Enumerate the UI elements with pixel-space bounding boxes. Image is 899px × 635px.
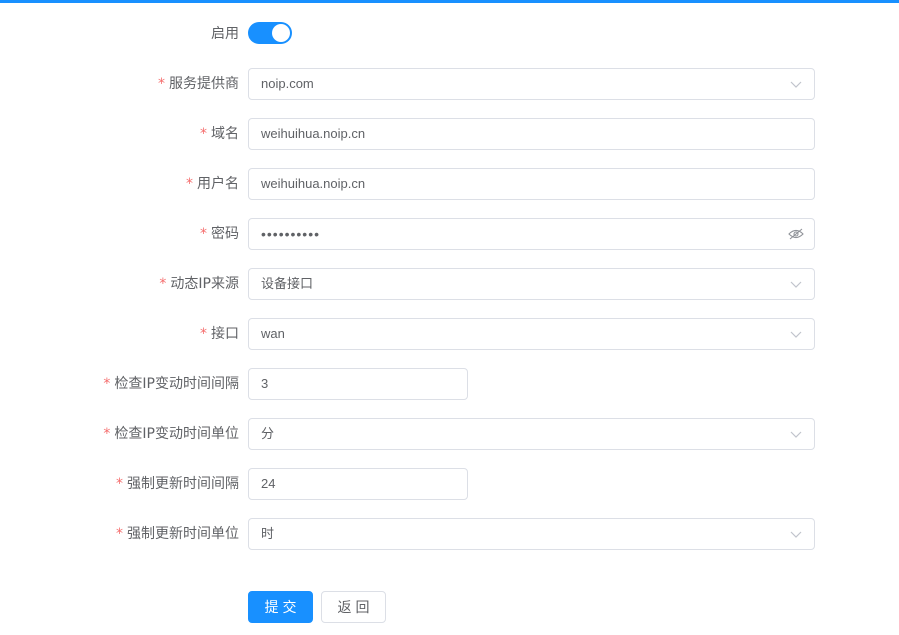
password-input[interactable]: •••••••••• bbox=[248, 218, 815, 250]
check-interval-value: 3 bbox=[261, 376, 269, 391]
domain-label: * 域名 bbox=[200, 118, 239, 150]
check-interval-label: * 检查IP变动时间间隔 bbox=[103, 368, 239, 400]
username-label: * 用户名 bbox=[186, 168, 239, 200]
required-mark: * bbox=[158, 76, 165, 92]
provider-row: * 服务提供商 noip.com bbox=[0, 68, 899, 100]
check-unit-value: 分 bbox=[261, 426, 275, 441]
force-unit-label: * 强制更新时间单位 bbox=[116, 518, 239, 550]
force-interval-label-text: 强制更新时间间隔 bbox=[127, 476, 239, 492]
chevron-down-icon bbox=[790, 269, 804, 299]
submit-button[interactable]: 提交 bbox=[248, 591, 313, 623]
force-unit-row: * 强制更新时间单位 时 bbox=[0, 518, 899, 550]
username-value: weihuihua.noip.cn bbox=[261, 176, 366, 191]
password-label: * 密码 bbox=[200, 218, 239, 250]
ip-source-label: * 动态IP来源 bbox=[159, 268, 239, 300]
back-button[interactable]: 返回 bbox=[321, 591, 386, 623]
chevron-down-icon bbox=[790, 519, 804, 549]
password-label-text: 密码 bbox=[211, 226, 239, 242]
check-interval-input[interactable]: 3 bbox=[248, 368, 468, 400]
required-mark: * bbox=[116, 476, 123, 492]
check-unit-label-text: 检查IP变动时间单位 bbox=[114, 426, 239, 442]
force-interval-label: * 强制更新时间间隔 bbox=[116, 468, 239, 500]
force-unit-select[interactable]: 时 bbox=[248, 518, 815, 550]
domain-value: weihuihua.noip.cn bbox=[261, 126, 366, 141]
force-interval-value: 24 bbox=[261, 476, 276, 491]
enable-label: 启用 bbox=[211, 26, 239, 42]
required-mark: * bbox=[200, 226, 207, 242]
interface-row: * 接口 wan bbox=[0, 318, 899, 350]
interface-label: * 接口 bbox=[200, 318, 239, 350]
force-unit-label-text: 强制更新时间单位 bbox=[127, 526, 239, 542]
force-interval-input[interactable]: 24 bbox=[248, 468, 468, 500]
required-mark: * bbox=[116, 526, 123, 542]
provider-select[interactable]: noip.com bbox=[248, 68, 815, 100]
ip-source-label-text: 动态IP来源 bbox=[170, 276, 239, 292]
provider-label-text: 服务提供商 bbox=[169, 76, 239, 92]
domain-row: * 域名 weihuihua.noip.cn bbox=[0, 118, 899, 150]
username-label-text: 用户名 bbox=[197, 176, 239, 192]
interface-label-text: 接口 bbox=[211, 326, 239, 342]
domain-label-text: 域名 bbox=[211, 126, 239, 142]
required-mark: * bbox=[159, 276, 167, 292]
password-value: •••••••••• bbox=[261, 226, 321, 242]
domain-input[interactable]: weihuihua.noip.cn bbox=[248, 118, 815, 150]
required-mark: * bbox=[200, 126, 207, 142]
enable-switch[interactable] bbox=[248, 22, 292, 44]
check-unit-label: * 检查IP变动时间单位 bbox=[103, 418, 239, 450]
check-interval-row: * 检查IP变动时间间隔 3 bbox=[0, 368, 899, 400]
ip-source-row: * 动态IP来源 设备接口 bbox=[0, 268, 899, 300]
chevron-down-icon bbox=[790, 319, 804, 349]
required-mark: * bbox=[103, 376, 111, 392]
username-input[interactable]: weihuihua.noip.cn bbox=[248, 168, 815, 200]
provider-label: * 服务提供商 bbox=[158, 68, 239, 100]
required-mark: * bbox=[103, 426, 111, 442]
force-unit-value: 时 bbox=[261, 526, 275, 541]
chevron-down-icon bbox=[790, 69, 804, 99]
check-interval-label-text: 检查IP变动时间间隔 bbox=[114, 376, 239, 392]
username-row: * 用户名 weihuihua.noip.cn bbox=[0, 168, 899, 200]
required-mark: * bbox=[200, 326, 207, 342]
enable-row: 启用 bbox=[0, 18, 899, 50]
switch-knob bbox=[272, 24, 290, 42]
ip-source-select[interactable]: 设备接口 bbox=[248, 268, 815, 300]
password-row: * 密码 •••••••••• bbox=[0, 218, 899, 250]
chevron-down-icon bbox=[790, 419, 804, 449]
provider-value: noip.com bbox=[261, 76, 314, 91]
check-unit-row: * 检查IP变动时间单位 分 bbox=[0, 418, 899, 450]
ip-source-value: 设备接口 bbox=[261, 276, 314, 291]
eye-off-icon[interactable] bbox=[788, 219, 804, 249]
force-interval-row: * 强制更新时间间隔 24 bbox=[0, 468, 899, 500]
interface-select[interactable]: wan bbox=[248, 318, 815, 350]
check-unit-select[interactable]: 分 bbox=[248, 418, 815, 450]
ddns-settings-form: 启用 * 服务提供商 noip.com * 域名 weihuihua.noip.cn… bbox=[0, 0, 899, 635]
interface-value: wan bbox=[261, 326, 285, 341]
required-mark: * bbox=[186, 176, 193, 192]
